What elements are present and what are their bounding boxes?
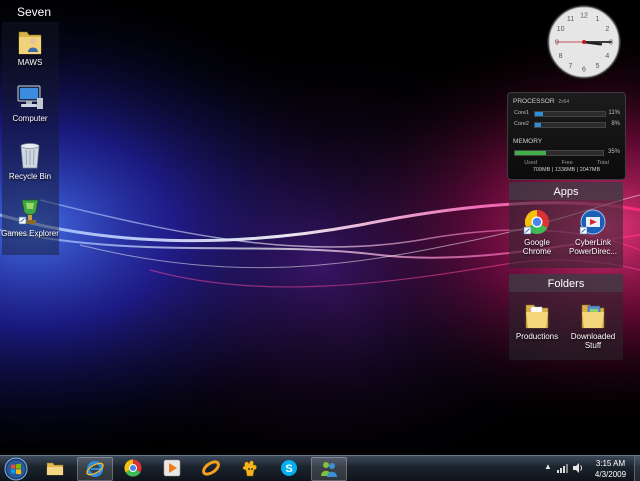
taskbar-internet-explorer[interactable] (77, 457, 113, 481)
clock-numeral: 2 (605, 26, 609, 33)
computer-icon (17, 85, 43, 109)
show-desktop-button[interactable] (634, 456, 640, 481)
user-folder-icon (18, 31, 42, 55)
start-button[interactable] (3, 457, 29, 481)
apps-fence: Apps Google Chrome CyberLink PowerDirec.… (509, 182, 623, 268)
taskbar-nero[interactable] (194, 457, 228, 479)
clock-numeral: 11 (567, 16, 574, 23)
memory-bar-fill (515, 151, 546, 155)
messenger-icon (321, 462, 337, 477)
fence-title-seven[interactable]: Seven (17, 5, 51, 19)
folders-fence: Folders Productions Downloaded Stuff (509, 274, 623, 360)
clock-numeral: 6 (582, 67, 586, 74)
core-bar-fill (535, 123, 541, 127)
clock-numeral: 10 (557, 26, 565, 33)
recycle-bin-icon (20, 143, 40, 169)
fl-studio-icon (242, 460, 257, 477)
desktop-icon-label: Computer (12, 114, 48, 123)
clock-numeral: 7 (569, 63, 573, 70)
memory-bar (514, 150, 604, 156)
core-bar (534, 111, 606, 117)
taskbar-clock-date[interactable]: 4/3/2009 (588, 470, 633, 479)
clock-numeral: 8 (559, 53, 563, 60)
skype-icon: S (281, 460, 297, 476)
memory-percent: 35% (607, 149, 620, 155)
svg-text:S: S (285, 463, 292, 475)
core-bar (534, 122, 606, 128)
volume-icon[interactable] (572, 462, 584, 474)
core2-row: Core2 8% (514, 120, 620, 128)
clock-numeral: 9 (555, 40, 559, 47)
desktop-icon-cyberlink-powerdirector[interactable]: CyberLink PowerDirec... (565, 208, 621, 256)
processor-arch: 2x64 (558, 99, 570, 105)
clock-numeral: 3 (609, 40, 613, 47)
desktop-icon-label: MAWS (17, 58, 43, 67)
desktop-icon-maws[interactable]: MAWS (0, 26, 60, 67)
desktop-icon-google-chrome[interactable]: Google Chrome (509, 208, 565, 256)
media-player-icon (163, 459, 181, 477)
processor-label: PROCESSOR (513, 98, 555, 105)
ie-icon (86, 461, 104, 477)
total-caption: Total (597, 160, 609, 166)
nero-icon (202, 460, 220, 476)
taskbar-fl-studio[interactable] (233, 457, 267, 479)
apps-fence-title[interactable]: Apps (509, 186, 623, 198)
clock-numeral: 12 (580, 13, 588, 20)
memory-row: 35% (514, 148, 620, 156)
powerdirector-icon (579, 209, 606, 235)
taskbar-clock-time[interactable]: 3:15 AM (588, 459, 633, 468)
taskbar: S ▲ 3:15 AM 4/3/2009 (0, 455, 640, 481)
desktop-icon-label: Recycle Bin (8, 172, 52, 181)
desktop-icon-label: Downloaded Stuff (570, 332, 616, 350)
chrome-icon (523, 210, 549, 235)
taskbar-google-chrome[interactable] (116, 457, 150, 479)
cpu-meter-gadget[interactable]: PROCESSOR 2x64 Core1 11% Core2 8% MEMORY… (507, 92, 626, 180)
chrome-icon (124, 459, 142, 477)
clock-numeral: 1 (596, 16, 600, 23)
desktop-icon-computer[interactable]: Computer (0, 84, 60, 123)
taskbar-messenger[interactable] (311, 457, 347, 481)
desktop-icon-downloaded-stuff[interactable]: Downloaded Stuff (565, 300, 621, 350)
desktop-icon-recycle-bin[interactable]: Recycle Bin (0, 140, 60, 181)
desktop-icon-label: CyberLink PowerDirec... (568, 238, 617, 256)
taskbar-skype[interactable]: S (272, 457, 306, 479)
free-caption: Free (561, 160, 573, 166)
taskbar-windows-explorer[interactable] (38, 457, 72, 479)
clock-numeral: 5 (596, 63, 600, 70)
show-hidden-icons-button[interactable]: ▲ (544, 462, 552, 471)
core-percent: 8% (611, 121, 620, 127)
desktop-icon-label: Productions (515, 332, 559, 341)
network-icon[interactable] (556, 463, 568, 473)
folders-fence-title[interactable]: Folders (509, 278, 623, 290)
core-label: Core2 (514, 121, 529, 127)
processor-header: PROCESSOR 2x64 (513, 98, 569, 105)
games-explorer-icon (18, 199, 39, 225)
used-caption: Used (524, 160, 538, 166)
folder-icon (46, 462, 64, 476)
memory-stats-values: 709MB | 1338MB | 2047MB (532, 167, 601, 173)
core-percent: 11% (608, 110, 620, 116)
desktop-icon-productions[interactable]: Productions (509, 300, 565, 341)
folder-icon (581, 304, 605, 329)
memory-label: MEMORY (513, 138, 543, 145)
core1-row: Core1 11% (514, 109, 620, 117)
desktop-icon-label: Google Chrome (522, 238, 552, 256)
clock-gadget[interactable]: 123456789101112 (545, 3, 623, 81)
desktop-icon-label: Games Explorer (1, 229, 59, 238)
taskbar-media-player[interactable] (155, 457, 189, 479)
clock-numeral: 4 (605, 53, 609, 60)
core-label: Core1 (514, 110, 529, 116)
folder-icon (525, 304, 549, 329)
memory-stats: Used Free Total 709MB | 1338MB | 2047MB (512, 160, 621, 173)
desktop-icon-games-explorer[interactable]: Games Explorer (0, 197, 60, 238)
core-bar-fill (535, 112, 543, 116)
